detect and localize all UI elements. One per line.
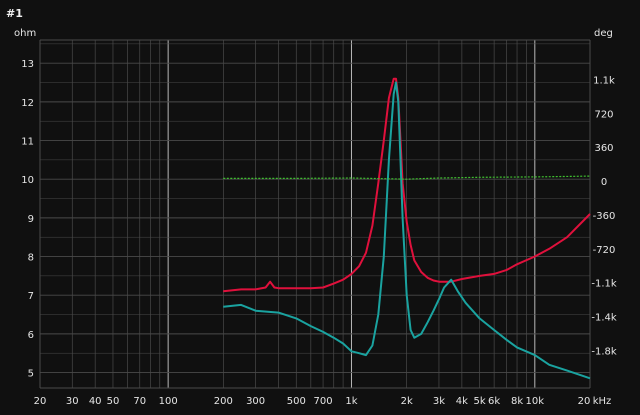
x-tick-label: 2k (401, 396, 413, 407)
x-tick-label: 4k (456, 396, 468, 407)
y-left-tick-label: 7 (28, 291, 34, 302)
y-left-tick-label: 6 (28, 330, 34, 341)
y-right-unit-label: deg (594, 28, 613, 39)
x-tick-label: 1k (345, 396, 357, 407)
x-tick-label: 40 (89, 396, 102, 407)
y-right-tick-label: -720 (593, 245, 616, 256)
y-right-tick-label: -360 (593, 211, 616, 222)
y-right-tick-label: 360 (594, 143, 613, 154)
axis-labels: 20 30 40 50 70 100 200 300 500 700 1k 2k 3k 4k 5k 6k 8k 1… (21, 59, 617, 407)
y-left-tick-label: 9 (28, 214, 34, 225)
y-left-tick-label: 11 (21, 137, 34, 148)
grid-lines (39, 39, 591, 389)
x-tick-label: 20 (34, 396, 47, 407)
x-tick-label: 30 (66, 396, 79, 407)
x-tick-label: 10k (526, 396, 545, 407)
x-unit-label: kHz (593, 396, 612, 407)
y-left-tick-label: 10 (21, 175, 34, 186)
y-right-tick-label: 0 (601, 177, 607, 188)
y-right-tick-label: -1.1k (591, 279, 617, 290)
y-right-tick-label: 720 (594, 109, 613, 120)
x-tick-label: 5k (474, 396, 486, 407)
x-tick-label: 70 (133, 396, 146, 407)
y-right-tick-label: 1.1k (593, 76, 615, 87)
x-tick-label: 3k (433, 396, 445, 407)
y-right-tick-label: -1.4k (591, 313, 617, 324)
x-tick-label: 500 (287, 396, 306, 407)
impedance-chart: #1 ohm deg 20 30 40 50 70 100 200 300 500 700 1k 2k… (0, 0, 640, 411)
x-tick-label: 8k (511, 396, 523, 407)
y-left-tick-label: 5 (28, 369, 34, 380)
x-tick-label: 300 (246, 396, 265, 407)
x-tick-label: 700 (314, 396, 333, 407)
y-left-unit-label: ohm (14, 28, 36, 39)
x-tick-label: 50 (107, 396, 120, 407)
x-tick-label: 6k (488, 396, 500, 407)
x-tick-label: 20 (578, 396, 591, 407)
y-left-tick-label: 12 (21, 98, 34, 109)
y-left-tick-label: 13 (21, 59, 34, 70)
x-tick-label: 100 (159, 396, 178, 407)
y-right-tick-label: -1.8k (591, 346, 617, 357)
x-tick-label: 200 (214, 396, 233, 407)
chart-title: #1 (6, 7, 23, 20)
y-left-tick-label: 8 (28, 253, 34, 264)
chart-svg: #1 ohm deg 20 30 40 50 70 100 200 300 500 700 1k 2k… (6, 7, 617, 407)
